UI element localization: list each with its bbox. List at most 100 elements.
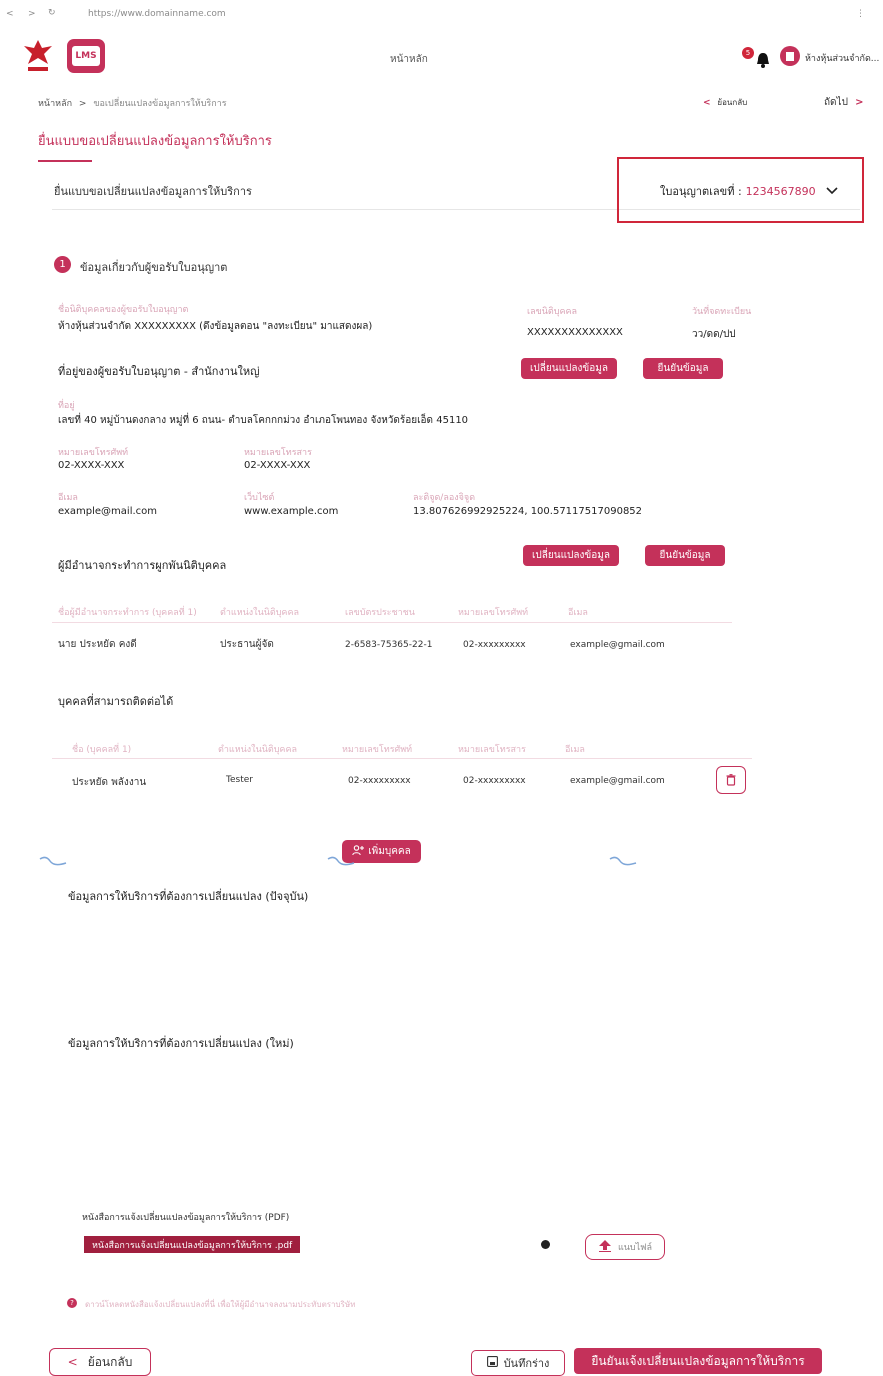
juristic-label: เลขนิติบุคคล xyxy=(527,307,578,317)
authorized-header-email: อีเมล xyxy=(568,608,588,618)
help-icon: ? xyxy=(67,1298,77,1308)
delete-contact-button[interactable] xyxy=(716,766,746,794)
authorized-header-name: ชื่อผู้มีอำนาจกระทำการ (บุคคลที่ 1) xyxy=(58,608,197,618)
bell-icon[interactable] xyxy=(756,52,770,72)
service-current-title: ข้อมูลการให้บริการที่ต้องการเปลี่ยนแปลง … xyxy=(68,890,309,903)
authorized-header-position: ตำแหน่งในนิติบุคคล xyxy=(220,608,299,618)
reload-icon[interactable]: ↻ xyxy=(48,8,56,18)
url-bar[interactable]: https://www.domainname.com xyxy=(88,9,226,19)
license-selector[interactable]: ใบอนุญาตเลขที่ : 1234567890 xyxy=(660,182,838,200)
email-value: example@mail.com xyxy=(58,506,158,517)
authorized-header-divider xyxy=(52,622,732,623)
contacts-header-position: ตำแหน่งในนิติบุคคล xyxy=(218,745,297,755)
addr-label: ที่อยู่ xyxy=(58,401,75,411)
addr-value: เลขที่ 40 หมู่บ้านดงกลาง หมู่ที่ 6 ถนน- … xyxy=(58,415,469,426)
authorized-title: ผู้มีอำนาจกระทำการผูกพันนิติบุคคล xyxy=(58,559,227,572)
user-name[interactable]: ห้างหุ้นส่วนจำกัด... xyxy=(805,51,879,65)
browser-menu-icon[interactable]: ⋮ xyxy=(856,9,865,19)
loading-decoration-icon-3 xyxy=(608,853,640,873)
contacts-row-email: example@gmail.com xyxy=(570,776,665,786)
user-avatar[interactable] xyxy=(780,46,800,66)
contacts-header-email: อีเมล xyxy=(565,745,585,755)
fax-value: 02-XXXX-XXX xyxy=(244,460,311,471)
page-subtitle: ยื่นแบบขอเปลี่ยนแปลงข้อมูลการให้บริการ xyxy=(54,185,252,198)
contacts-row-phone: 02-xxxxxxxxx xyxy=(348,776,411,786)
loading-decoration-icon xyxy=(38,853,70,873)
geo-label: ละติจูด/ลองจิจูด xyxy=(413,493,476,503)
contacts-header-phone: หมายเลขโทรศัพท์ xyxy=(342,745,413,755)
address-title: ที่อยู่ของผู้ขอรับใบอนุญาต - สำนักงานใหญ… xyxy=(58,365,260,378)
back-nav-icon[interactable]: < xyxy=(6,9,14,19)
authorized-row-position: ประธานผู้จัด xyxy=(220,639,274,650)
address-change-button[interactable]: เปลี่ยนแปลงข้อมูล xyxy=(521,358,617,379)
phone-value: 02-XXXX-XXX xyxy=(58,460,125,471)
back-button-label: ย้อนกลับ xyxy=(87,1354,133,1369)
building-icon xyxy=(786,51,794,61)
back-button[interactable]: < ย้อนกลับ xyxy=(49,1348,151,1376)
geo-value: 13.807626992925224, 100.57117517090852 xyxy=(413,506,643,517)
contacts-row-position: Tester xyxy=(226,775,253,785)
garuda-logo-icon xyxy=(22,38,54,74)
applicant-value: ห้างหุ้นส่วนจำกัด XXXXXXXXX (ดึงข้อมูลตอ… xyxy=(58,321,373,332)
trash-icon xyxy=(726,774,736,786)
phone-label: หมายเลขโทรศัพท์ xyxy=(58,448,129,458)
upload-note[interactable]: ดาวน์โหลดหนังสือแจ้งเปลี่ยนแปลงที่นี่ เพ… xyxy=(85,1298,355,1311)
regdate-label: วันที่จดทะเบียน xyxy=(692,307,752,317)
section-number-badge: 1 xyxy=(54,256,71,273)
breadcrumb-home[interactable]: หน้าหลัก xyxy=(38,99,72,109)
page-title: ยื่นแบบขอเปลี่ยนแปลงข้อมูลการให้บริการ xyxy=(38,134,272,149)
license-label: ใบอนุญาตเลขที่ : xyxy=(660,185,742,198)
breadcrumb: หน้าหลัก > ขอเปลี่ยนแปลงข้อมูลการให้บริก… xyxy=(38,96,227,110)
attach-file-label: แนบไฟล์ xyxy=(617,1243,653,1253)
service-new-title: ข้อมูลการให้บริการที่ต้องการเปลี่ยนแปลง … xyxy=(68,1037,294,1050)
attach-file-button[interactable]: แนบไฟล์ xyxy=(585,1234,665,1260)
pager-prev[interactable]: < ย้อนกลับ xyxy=(703,96,747,109)
juristic-value: XXXXXXXXXXXXXX xyxy=(527,327,623,338)
authorized-row-email: example@gmail.com xyxy=(570,640,665,650)
nav-home[interactable]: หน้าหลัก xyxy=(390,52,428,67)
pager-prev-label: ย้อนกลับ xyxy=(717,98,748,107)
breadcrumb-separator: > xyxy=(78,99,87,109)
add-person-label: เพิ่มบุคคล xyxy=(368,846,411,857)
lms-logo: LMS xyxy=(67,39,105,73)
applicant-label: ชื่อนิติบุคคลของผู้ขอรับใบอนุญาต xyxy=(58,305,189,315)
authorized-change-button[interactable]: เปลี่ยนแปลงข้อมูล xyxy=(523,545,619,566)
contacts-header-name: ชื่อ (บุคคลที่ 1) xyxy=(72,745,132,755)
uploaded-file-chip[interactable]: หนังสือการแจ้งเปลี่ยนแปลงข้อมูลการให้บริ… xyxy=(84,1236,301,1253)
section1-title: ข้อมูลเกี่ยวกับผู้ขอรับใบอนุญาต xyxy=(80,261,228,274)
loading-decoration-icon-2 xyxy=(326,853,358,873)
upload-icon xyxy=(598,1239,612,1255)
pager-next[interactable]: ถัดไป > xyxy=(824,95,864,110)
save-draft-button[interactable]: บันทึกร่าง xyxy=(471,1350,565,1376)
lms-logo-text: LMS xyxy=(75,51,97,61)
pager-next-label: ถัดไป xyxy=(824,97,848,108)
authorized-row-name: นาย ประหยัด คงดี xyxy=(58,639,137,650)
chevron-left-icon: < xyxy=(67,1355,78,1369)
authorized-row-phone: 02-xxxxxxxxx xyxy=(463,640,526,650)
chevron-down-icon xyxy=(826,185,838,198)
contacts-header-divider xyxy=(52,758,752,759)
authorized-header-phone: หมายเลขโทรศัพท์ xyxy=(458,608,529,618)
authorized-confirm-button[interactable]: ยืนยันข้อมูล xyxy=(645,545,725,566)
notification-badge: 5 xyxy=(742,47,754,59)
authorized-header-id: เลขบัตรประชาชน xyxy=(345,608,415,618)
email-label: อีเมล xyxy=(58,493,78,503)
contacts-title: บุคคลที่สามารถติดต่อได้ xyxy=(58,695,174,708)
remove-file-icon[interactable] xyxy=(541,1240,550,1249)
forward-nav-icon[interactable]: > xyxy=(28,9,36,19)
contacts-header-fax: หมายเลขโทรสาร xyxy=(458,745,526,755)
address-confirm-button[interactable]: ยืนยันข้อมูล xyxy=(643,358,723,379)
title-underline xyxy=(38,160,92,162)
authorized-row-id: 2-6583-75365-22-1 xyxy=(345,640,433,650)
fax-label: หมายเลขโทรสาร xyxy=(244,448,312,458)
website-label: เว็บไซต์ xyxy=(244,493,275,503)
breadcrumb-current: ขอเปลี่ยนแปลงข้อมูลการให้บริการ xyxy=(93,99,227,109)
chevron-right-icon: > xyxy=(855,97,864,108)
upload-label: หนังสือการแจ้งเปลี่ยนแปลงข้อมูลการให้บริ… xyxy=(82,1213,290,1223)
submit-button[interactable]: ยืนยันแจ้งเปลี่ยนแปลงข้อมูลการให้บริการ xyxy=(574,1348,822,1374)
website-value: www.example.com xyxy=(244,506,339,517)
regdate-value: วว/ดด/ปป xyxy=(692,329,736,340)
save-draft-label: บันทึกร่าง xyxy=(503,1357,550,1370)
chevron-left-icon: < xyxy=(703,98,711,108)
save-icon xyxy=(486,1356,498,1370)
